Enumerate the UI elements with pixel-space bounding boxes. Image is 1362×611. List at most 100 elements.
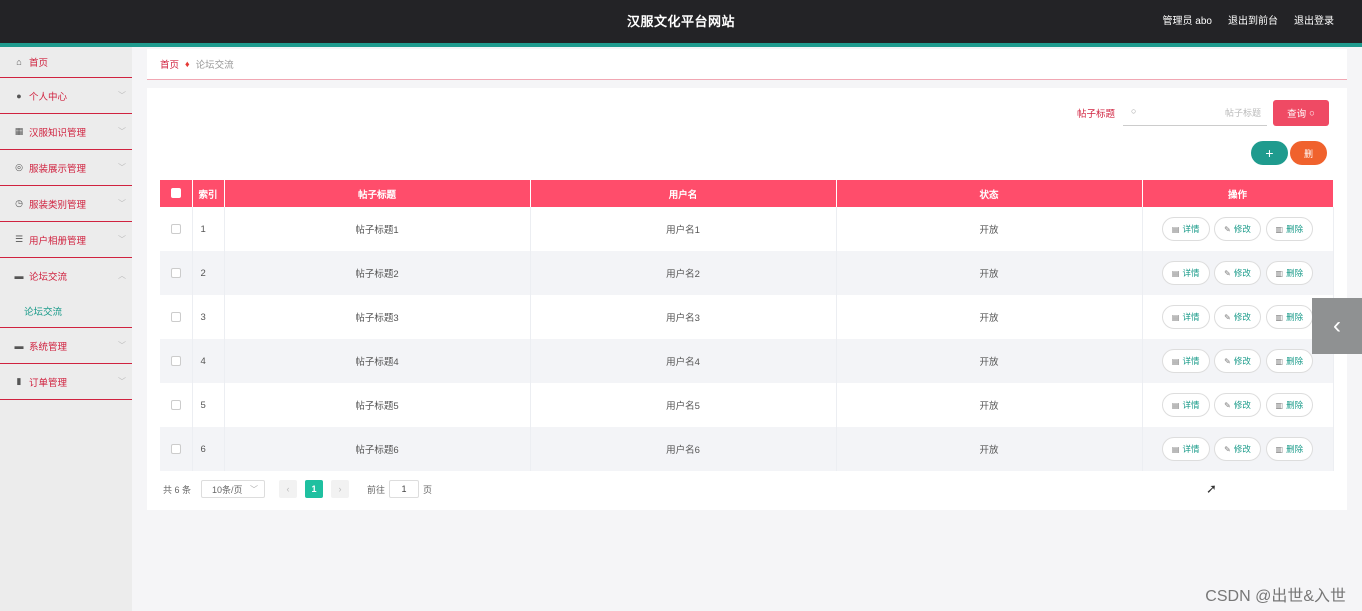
detail-icon: ▤ — [1171, 401, 1180, 410]
cell-title: 帖子标题4 — [224, 339, 531, 383]
edit-icon: ✎ — [1224, 313, 1231, 322]
row-checkbox[interactable] — [170, 355, 181, 366]
row-checkbox[interactable] — [170, 223, 181, 234]
cell-status: 开放 — [836, 383, 1143, 427]
row-checkbox[interactable] — [170, 267, 181, 278]
query-button[interactable]: 查询 ○ — [1273, 100, 1329, 126]
delete-button[interactable]: ▥ 删除 — [1265, 305, 1314, 329]
trash-icon: ▥ — [1275, 445, 1284, 454]
edit-button[interactable]: ✎ 修改 — [1214, 305, 1261, 329]
edit-icon: ✎ — [1224, 269, 1231, 278]
sidebar-item-clothing-display[interactable]: ◎ 服装展示管理 ﹀ — [0, 150, 132, 186]
detail-label: 详情 — [1182, 224, 1200, 234]
sidebar-item-label: 系统管理 — [29, 341, 68, 353]
chevron-down-icon: ﹀ — [118, 163, 126, 172]
breadcrumb-current: 论坛交流 — [195, 60, 234, 71]
detail-icon: ▤ — [1171, 313, 1180, 322]
collapse-panel-button[interactable]: ‹ — [1312, 298, 1362, 354]
prev-page-button[interactable]: ‹ — [279, 480, 298, 498]
edit-button[interactable]: ✎ 修改 — [1214, 393, 1261, 417]
sidebar-item-forum[interactable]: ▬ 论坛交流 ︿ — [0, 258, 132, 294]
chevron-down-icon: ﹀ — [118, 91, 126, 100]
user-icon: ● — [16, 90, 22, 101]
row-checkbox[interactable] — [170, 443, 181, 454]
sidebar-subitem-forum[interactable]: 论坛交流 — [0, 294, 132, 328]
delete-button[interactable]: ▥ 删除 — [1265, 437, 1314, 461]
cell-title: 帖子标题3 — [224, 295, 531, 339]
detail-button[interactable]: ▤ 详情 — [1161, 349, 1210, 373]
table-row: 3 帖子标题3 用户名3 开放 ▤ 详情 ✎ 修改 ▥ 删除 — [160, 295, 1334, 339]
sidebar-item-user-album[interactable]: ☰ 用户相册管理 ﹀ — [0, 222, 132, 258]
page-number-current[interactable]: 1 — [305, 480, 324, 498]
content-panel: 帖子标题 ○ 查询 ○ + 删 索引 帖子标题 用户名 状 — [147, 88, 1347, 510]
cell-username: 用户名1 — [530, 207, 837, 251]
add-button[interactable]: + — [1251, 141, 1288, 165]
sidebar-item-clothing-category[interactable]: ◷ 服装类别管理 ﹀ — [0, 186, 132, 222]
header-accent-line — [0, 43, 1362, 47]
detail-button[interactable]: ▤ 详情 — [1161, 393, 1210, 417]
forum-table: 索引 帖子标题 用户名 状态 操作 1 帖子标题1 用户名1 开放 ▤ 详情 ✎ 修… — [160, 180, 1334, 471]
search-label: 帖子标题 — [1076, 109, 1115, 120]
edit-label: 修改 — [1233, 224, 1251, 234]
breadcrumb-home-link[interactable]: 首页 — [160, 57, 179, 71]
row-checkbox[interactable] — [170, 311, 181, 322]
detail-icon: ▤ — [1171, 445, 1180, 454]
goto-prefix: 前往 — [367, 484, 386, 495]
sidebar-item-orders[interactable]: ▮ 订单管理 ﹀ — [0, 364, 132, 400]
column-header-actions: 操作 — [1142, 180, 1334, 207]
goto-suffix: 页 — [423, 484, 433, 495]
cell-title: 帖子标题2 — [224, 251, 531, 295]
clock-icon: ◷ — [15, 198, 23, 208]
edit-button[interactable]: ✎ 修改 — [1214, 217, 1261, 241]
home-icon: ⌂ — [16, 57, 22, 67]
search-input[interactable] — [1147, 102, 1261, 124]
goto-page-input[interactable] — [389, 480, 420, 498]
cell-actions: ▤ 详情 ✎ 修改 ▥ 删除 — [1142, 251, 1334, 295]
cell-actions: ▤ 详情 ✎ 修改 ▥ 删除 — [1142, 427, 1334, 471]
sidebar-item-hanfu-knowledge[interactable]: ▦ 汉服知识管理 ﹀ — [0, 114, 132, 150]
cell-actions: ▤ 详情 ✎ 修改 ▥ 删除 — [1142, 207, 1334, 251]
detail-label: 详情 — [1182, 312, 1200, 322]
sidebar-item-personal-center[interactable]: ● 个人中心 ﹀ — [0, 78, 132, 114]
page-size-select[interactable]: 10条/页 ﹀ — [201, 480, 266, 498]
select-all-checkbox[interactable] — [170, 188, 181, 199]
detail-icon: ▤ — [1171, 269, 1180, 278]
delete-label: 删除 — [1286, 224, 1304, 234]
chevron-down-icon: ﹀ — [118, 341, 126, 350]
cell-actions: ▤ 详情 ✎ 修改 ▥ 删除 — [1142, 383, 1334, 427]
edit-button[interactable]: ✎ 修改 — [1214, 349, 1261, 373]
logout-link[interactable]: 退出登录 — [1294, 12, 1334, 27]
sidebar-item-system[interactable]: ▬ 系统管理 ﹀ — [0, 328, 132, 364]
row-checkbox[interactable] — [170, 399, 181, 410]
detail-button[interactable]: ▤ 详情 — [1161, 217, 1210, 241]
batch-delete-button[interactable]: 删 — [1290, 141, 1327, 165]
detail-button[interactable]: ▤ 详情 — [1161, 437, 1210, 461]
select-all-cell — [160, 180, 193, 207]
delete-button[interactable]: ▥ 删除 — [1265, 349, 1314, 373]
detail-button[interactable]: ▤ 详情 — [1161, 305, 1210, 329]
exit-to-frontend-link[interactable]: 退出到前台 — [1228, 12, 1278, 27]
delete-button[interactable]: ▥ 删除 — [1265, 217, 1314, 241]
delete-button[interactable]: ▥ 删除 — [1265, 261, 1314, 285]
cell-status: 开放 — [836, 427, 1143, 471]
sidebar-item-label: 用户相册管理 — [29, 235, 87, 247]
site-title: 汉服文化平台网站 — [626, 14, 735, 29]
pagination-total: 共 6 条 — [163, 484, 192, 495]
cell-index: 5 — [192, 383, 225, 427]
delete-button[interactable]: ▥ 删除 — [1265, 393, 1314, 417]
cell-index: 1 — [192, 207, 225, 251]
edit-button[interactable]: ✎ 修改 — [1214, 437, 1261, 461]
sidebar-item-home[interactable]: ⌂ 首页 — [0, 47, 132, 78]
grid-icon: ▦ — [14, 126, 24, 136]
trash-icon: ▥ — [1275, 313, 1284, 322]
pagination: 共 6 条 10条/页 ﹀ ‹ 1 › 前往 页 — [163, 480, 432, 498]
table-row: 1 帖子标题1 用户名1 开放 ▤ 详情 ✎ 修改 ▥ 删除 — [160, 207, 1334, 251]
column-header-index: 索引 — [192, 180, 225, 207]
bar-chart-icon: ▮ — [16, 376, 22, 386]
detail-button[interactable]: ▤ 详情 — [1161, 261, 1210, 285]
next-page-button[interactable]: › — [331, 480, 350, 498]
chevron-down-icon: ﹀ — [250, 485, 259, 494]
cell-username: 用户名5 — [530, 383, 837, 427]
chat-icon: ▬ — [14, 340, 24, 351]
edit-button[interactable]: ✎ 修改 — [1214, 261, 1261, 285]
